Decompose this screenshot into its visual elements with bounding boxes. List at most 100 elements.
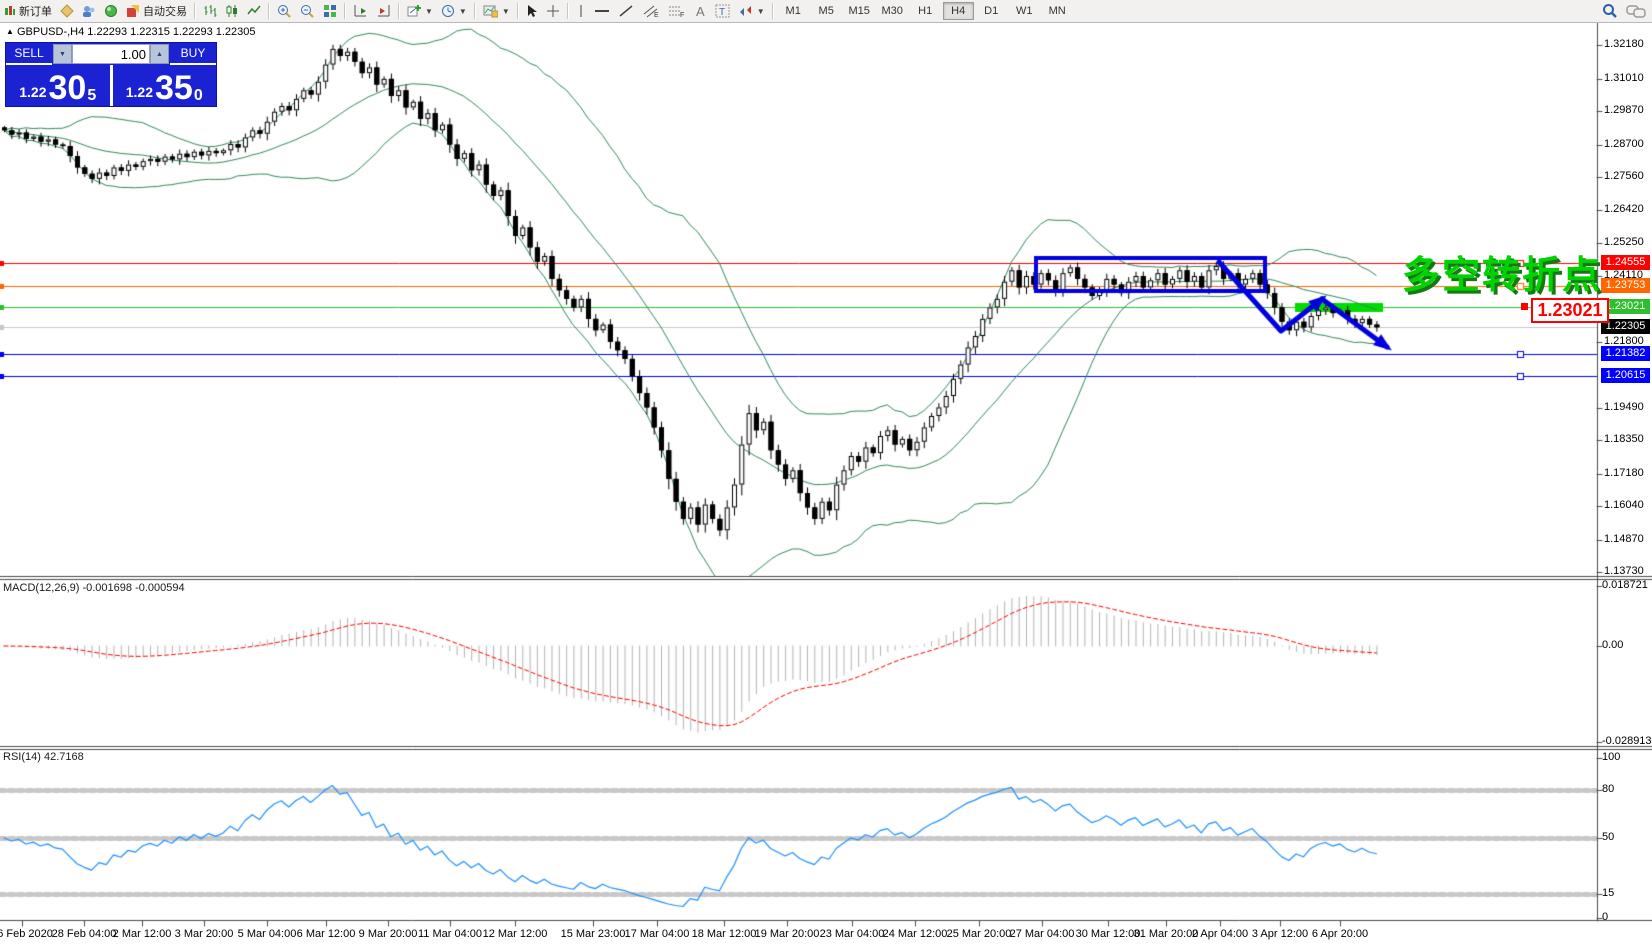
sell-button[interactable]: SELL xyxy=(6,43,52,65)
timeframe-m1[interactable]: M1 xyxy=(778,2,809,20)
timeframe-m30[interactable]: M30 xyxy=(877,2,908,20)
chart-canvas[interactable] xyxy=(0,0,1652,945)
macd-label: MACD(12,26,9) -0.001698 -0.000594 xyxy=(3,582,185,594)
new-order-icon xyxy=(4,5,16,17)
chart-shift-button[interactable] xyxy=(372,1,395,21)
symbol-name: GBPUSD-,H4 xyxy=(16,26,85,38)
price-tag: 1.21382 xyxy=(1601,346,1650,361)
svg-text:T: T xyxy=(719,7,725,18)
volume-control: ▼ ▲ xyxy=(52,43,170,65)
volume-decrease-button[interactable]: ▼ xyxy=(53,44,72,64)
toolbar: 新订单 自动交易 ▼ ▼ ▼ E F A T ▼ M1 M5 M15 M30 H… xyxy=(0,0,1652,23)
line-chart-button[interactable] xyxy=(243,1,265,21)
timeframe-mn[interactable]: MN xyxy=(1042,2,1073,20)
chevron-down-icon: ▼ xyxy=(501,6,510,16)
price-tick-label: 1.31010 xyxy=(1604,72,1644,84)
text-icon: A xyxy=(694,4,707,19)
macd-scale-label: 0.018721 xyxy=(1602,579,1648,591)
buy-price[interactable]: 1.22 35 0 xyxy=(113,65,217,106)
periods-button[interactable]: ▼ xyxy=(437,1,471,21)
fibonacci-tool[interactable]: F xyxy=(664,1,690,21)
trendline-tool[interactable] xyxy=(614,1,638,21)
tile-windows-button[interactable] xyxy=(319,1,341,21)
buy-button[interactable]: BUY xyxy=(170,43,216,65)
sell-price-sup: 5 xyxy=(87,87,97,104)
price-tick-label: 1.26420 xyxy=(1604,203,1644,215)
timeframe-group: M1 M5 M15 M30 H1 H4 D1 W1 MN xyxy=(777,2,1074,20)
timeframe-w1[interactable]: W1 xyxy=(1009,2,1040,20)
timeframe-h4[interactable]: H4 xyxy=(942,2,974,20)
trendline-icon xyxy=(618,4,634,18)
text-tool[interactable]: A xyxy=(690,1,711,21)
price-tag: 1.23753 xyxy=(1601,278,1650,293)
volume-input[interactable] xyxy=(72,44,150,64)
price-callout-label[interactable]: 1.23021 xyxy=(1531,298,1609,323)
accounts-button[interactable] xyxy=(78,1,100,21)
chat-icon[interactable] xyxy=(1626,4,1646,19)
buy-price-prefix: 1.22 xyxy=(125,84,153,100)
svg-text:F: F xyxy=(680,12,684,18)
templates-button[interactable]: ▼ xyxy=(479,1,514,21)
macd-scale-label: 0.00 xyxy=(1602,639,1624,651)
zoom-in-button[interactable] xyxy=(273,1,296,21)
new-order-label: 新订单 xyxy=(19,6,52,18)
arrows-tool[interactable]: ▼ xyxy=(734,1,769,21)
search-icon[interactable] xyxy=(1602,3,1618,19)
timeframe-h1[interactable]: H1 xyxy=(910,2,941,20)
zoom-out-button[interactable] xyxy=(296,1,319,21)
price-tag: 1.24555 xyxy=(1601,255,1650,270)
toolbar-separator xyxy=(344,3,346,19)
label-icon: T xyxy=(715,4,730,18)
bar-chart-button[interactable] xyxy=(199,1,221,21)
rsi-scale-label: 100 xyxy=(1602,751,1621,763)
autoscroll-icon xyxy=(353,4,368,18)
zoom-in-icon xyxy=(277,4,292,19)
volume-increase-button[interactable]: ▲ xyxy=(150,44,169,64)
rsi-scale-label: 50 xyxy=(1602,831,1615,843)
cursor-tool-button[interactable] xyxy=(522,1,542,21)
collapse-triangle-icon: ▲ xyxy=(6,27,14,36)
price-tick-label: 1.32180 xyxy=(1604,38,1644,50)
zoom-out-icon xyxy=(300,4,315,19)
price-tick-label: 1.28700 xyxy=(1604,138,1644,150)
date-label: 6 Apr 20:00 xyxy=(1311,928,1369,940)
candlestick-button[interactable] xyxy=(221,1,243,21)
price-tick-label: 1.29870 xyxy=(1604,104,1644,116)
label-tool[interactable]: T xyxy=(711,1,734,21)
timeframe-m15[interactable]: M15 xyxy=(844,2,875,20)
price-tick-label: 1.13730 xyxy=(1604,565,1644,577)
price-tag: 1.20615 xyxy=(1601,368,1650,383)
new-order-button[interactable]: 新订单 xyxy=(0,1,56,21)
sell-price[interactable]: 1.22 30 5 xyxy=(6,65,113,106)
channel-tool[interactable]: E xyxy=(638,1,664,21)
rsi-scale-label: 80 xyxy=(1602,783,1615,795)
vertical-line-tool[interactable] xyxy=(572,1,590,21)
buy-price-sup: 0 xyxy=(193,87,203,104)
macd-scale-label: -0.028913 xyxy=(1602,735,1652,747)
marketwatch-icon xyxy=(104,4,118,18)
metaquotes-button[interactable] xyxy=(56,1,78,21)
auto-trading-button[interactable]: 自动交易 xyxy=(122,1,191,21)
crosshair-tool-button[interactable] xyxy=(542,1,564,21)
callout-anchor-square xyxy=(1521,303,1528,310)
toolbar-separator xyxy=(268,3,270,19)
vline-icon xyxy=(576,4,586,18)
toolbar-separator xyxy=(566,3,569,19)
chinese-annotation[interactable]: 多空转折点 xyxy=(1402,244,1602,299)
horizontal-line-tool[interactable] xyxy=(590,1,614,21)
toolbar-right xyxy=(1602,3,1652,19)
toolbar-separator xyxy=(473,3,476,19)
cursor-icon xyxy=(526,4,538,18)
metaquotes-icon xyxy=(60,4,74,18)
chevron-down-icon: ▼ xyxy=(425,6,433,16)
sell-price-big: 30 xyxy=(48,69,87,107)
timeframe-m5[interactable]: M5 xyxy=(811,2,842,20)
indicators-button[interactable]: ▼ xyxy=(403,1,437,21)
line-chart-icon xyxy=(247,4,261,18)
toolbar-separator xyxy=(516,3,519,19)
chart-shift-icon xyxy=(376,4,391,18)
auto-scroll-button[interactable] xyxy=(349,1,372,21)
timeframe-d1[interactable]: D1 xyxy=(976,2,1007,20)
marketwatch-button[interactable] xyxy=(100,1,122,21)
price-tick-label: 1.25250 xyxy=(1604,236,1644,248)
